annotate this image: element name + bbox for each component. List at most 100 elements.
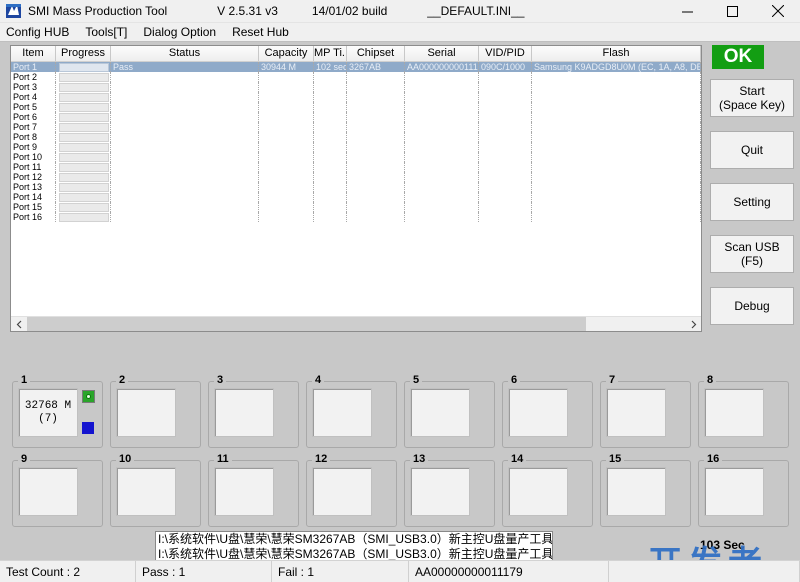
debug-button[interactable]: Debug <box>710 287 794 325</box>
table-row[interactable]: Port 10 <box>11 152 701 162</box>
cell-flash <box>532 152 701 162</box>
progress-bar <box>59 132 109 142</box>
column-header-item[interactable]: Item <box>11 46 56 61</box>
table-row[interactable]: Port 14 <box>11 192 701 202</box>
column-header-vid-pid[interactable]: VID/PID <box>479 46 532 61</box>
progress-bar <box>59 62 109 72</box>
usb-slot[interactable]: 10 <box>108 453 205 531</box>
usb-slot[interactable]: 14 <box>500 453 597 531</box>
status-cell-1: Pass : 1 <box>136 560 272 582</box>
port-list-body[interactable]: Port 1 Pass 30944 M 102 sec 3267AB AA00000000… <box>11 62 701 222</box>
slot-display <box>508 388 568 437</box>
cell-item: Port 6 <box>11 112 56 122</box>
cell-mptime <box>314 82 347 92</box>
column-header-mp-ti[interactable]: MP Ti... <box>314 46 347 61</box>
usb-slot[interactable]: 9 <box>10 453 107 531</box>
column-header-status[interactable]: Status <box>111 46 259 61</box>
cell-capacity <box>259 172 314 182</box>
cell-chipset <box>347 82 405 92</box>
usb-slot[interactable]: 5 <box>402 374 499 452</box>
scroll-left-button[interactable] <box>11 317 27 332</box>
menu-item-config-hub[interactable]: Config HUB <box>6 25 78 39</box>
config-ini-name: __DEFAULT.INI__ <box>427 4 525 18</box>
scroll-right-button[interactable] <box>685 317 701 332</box>
table-row[interactable]: Port 13 <box>11 182 701 192</box>
progress-bar <box>59 122 109 132</box>
cell-mptime <box>314 122 347 132</box>
table-row[interactable]: Port 8 <box>11 132 701 142</box>
cell-serial <box>405 142 479 152</box>
usb-slot[interactable]: 3 <box>206 374 303 452</box>
table-row[interactable]: Port 9 <box>11 142 701 152</box>
table-row[interactable]: Port 2 <box>11 72 701 82</box>
slot-display <box>508 467 568 516</box>
app-icon <box>6 3 22 19</box>
cell-mptime <box>314 142 347 152</box>
table-row[interactable]: Port 1 Pass 30944 M 102 sec 3267AB AA00000000… <box>11 62 701 72</box>
cell-flash <box>532 72 701 82</box>
progress-bar <box>59 142 109 152</box>
table-row[interactable]: Port 4 <box>11 92 701 102</box>
table-row[interactable]: Port 11 <box>11 162 701 172</box>
scrollbar-track[interactable] <box>27 316 685 331</box>
menu-item-reset-hub[interactable]: Reset Hub <box>232 25 298 39</box>
usb-slot[interactable]: 15 <box>598 453 695 531</box>
usb-slot[interactable]: 16 <box>696 453 793 531</box>
slot-number: 12 <box>312 453 331 465</box>
usb-slot[interactable]: 1 32768 M (7) <box>10 374 107 452</box>
usb-slot[interactable]: 13 <box>402 453 499 531</box>
table-row[interactable]: Port 16 <box>11 212 701 222</box>
column-header-progress[interactable]: Progress <box>56 46 111 61</box>
menu-item-tools[interactable]: Tools[T] <box>85 25 136 39</box>
log-line-1: I:\系统软件\U盘\慧荣\慧荣SM3267AB（SMI_USB3.0）新主控U… <box>158 532 552 546</box>
usb-slot[interactable]: 2 <box>108 374 205 452</box>
slot-number: 8 <box>704 374 717 386</box>
close-button[interactable] <box>755 0 800 23</box>
scrollbar-thumb[interactable] <box>27 316 587 331</box>
cell-status <box>111 202 259 212</box>
menu-item-dialog-option[interactable]: Dialog Option <box>143 25 225 39</box>
table-row[interactable]: Port 15 <box>11 202 701 212</box>
slot-display: 32768 M (7) <box>18 388 78 437</box>
column-header-capacity[interactable]: Capacity <box>259 46 314 61</box>
slot-display <box>410 388 470 437</box>
horizontal-scrollbar[interactable] <box>11 316 701 331</box>
setting-button[interactable]: Setting <box>710 183 794 221</box>
cell-serial <box>405 182 479 192</box>
usb-slot[interactable]: 12 <box>304 453 401 531</box>
cell-serial <box>405 162 479 172</box>
table-row[interactable]: Port 7 <box>11 122 701 132</box>
usb-slot[interactable]: 6 <box>500 374 597 452</box>
column-header-flash[interactable]: Flash <box>532 46 701 61</box>
progress-bar <box>59 82 109 92</box>
minimize-button[interactable] <box>665 0 710 23</box>
column-header-chipset[interactable]: Chipset <box>347 46 405 61</box>
usb-slot[interactable]: 11 <box>206 453 303 531</box>
cell-chipset <box>347 72 405 82</box>
cell-chipset <box>347 142 405 152</box>
cell-flash: Samsung K9ADGD8U0M (EC, 1A, A8, DE, 88, <box>532 62 701 72</box>
table-row[interactable]: Port 12 <box>11 172 701 182</box>
usb-slot[interactable]: 4 <box>304 374 401 452</box>
quit-button-label: Quit <box>740 143 763 157</box>
start-button[interactable]: Start (Space Key) <box>710 79 794 117</box>
column-header-serial[interactable]: Serial <box>405 46 479 61</box>
slot-display <box>312 388 372 437</box>
quit-button[interactable]: Quit <box>710 131 794 169</box>
cell-capacity <box>259 122 314 132</box>
usb-slot[interactable]: 7 <box>598 374 695 452</box>
slot-capacity: 32768 M <box>24 399 72 412</box>
slot-display <box>606 388 666 437</box>
cell-serial <box>405 152 479 162</box>
table-row[interactable]: Port 5 <box>11 102 701 112</box>
maximize-button[interactable] <box>710 0 755 23</box>
cell-capacity <box>259 142 314 152</box>
cell-item: Port 4 <box>11 92 56 102</box>
table-row[interactable]: Port 6 <box>11 112 701 122</box>
table-row[interactable]: Port 3 <box>11 82 701 92</box>
scan-usb-button[interactable]: Scan USB (F5) <box>710 235 794 273</box>
slot-number: 4 <box>312 374 325 386</box>
setting-button-label: Setting <box>733 195 771 209</box>
port-list-view[interactable]: ItemProgressStatusCapacityMP Ti...Chipse… <box>10 45 702 332</box>
usb-slot[interactable]: 8 <box>696 374 793 452</box>
